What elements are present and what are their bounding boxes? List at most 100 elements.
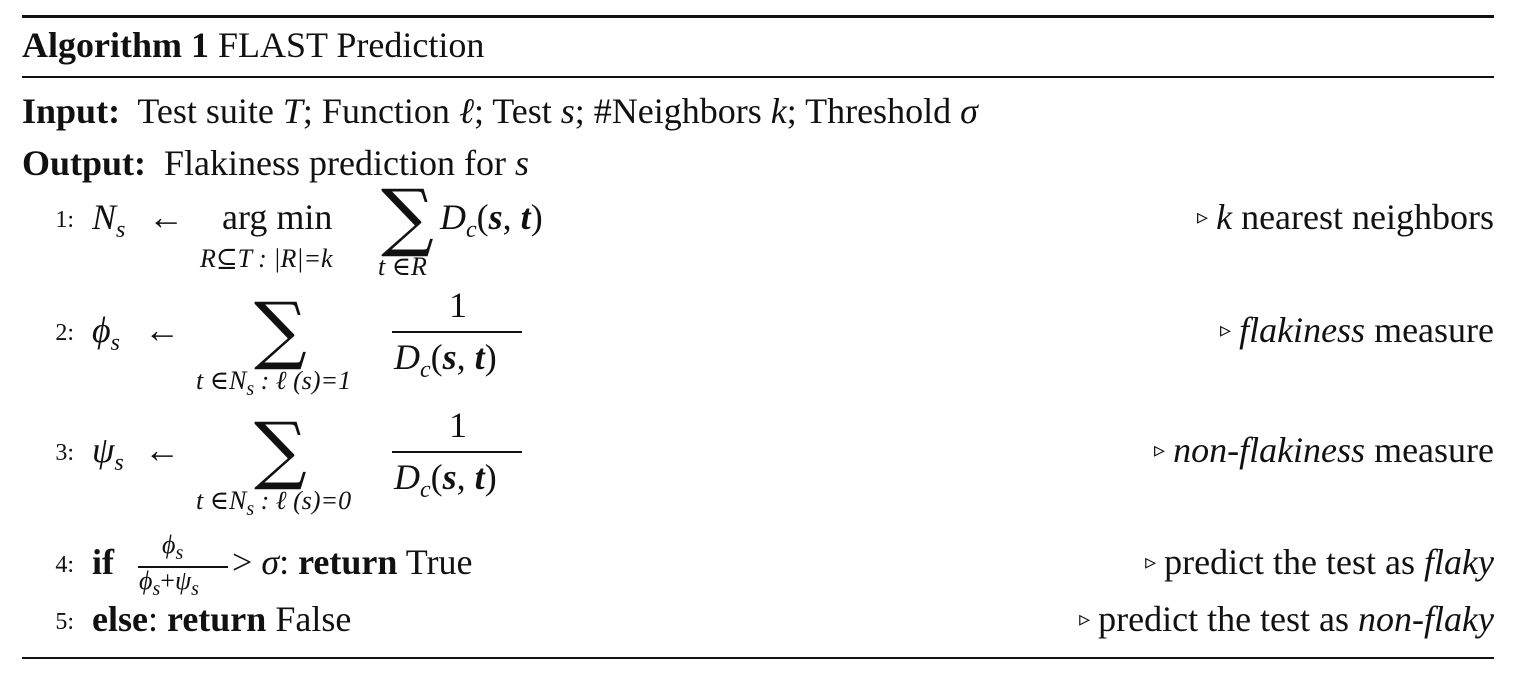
line4-condition-rest: > σ: return True	[232, 541, 472, 583]
input-text-2: ; Function	[302, 91, 459, 131]
input-var-sigma: σ	[960, 91, 978, 131]
line3-sum-sub-s: s	[246, 498, 255, 520]
line2-lhs: ϕs	[92, 309, 120, 356]
line2-sum-sign: ∑	[254, 287, 307, 373]
line1-paren-close: )	[530, 197, 543, 237]
line-number-4: 4:	[55, 552, 74, 578]
line4-gt: >	[232, 542, 262, 582]
comment-triangle-icon: ▹	[1079, 606, 1091, 631]
line4-den-plus: +	[160, 566, 175, 595]
line2-D: D	[394, 337, 420, 377]
line2-phi-sub: s	[110, 330, 120, 356]
line2-sum-sub-s: s	[246, 378, 255, 400]
line3-comma: ,	[456, 457, 475, 497]
line1-N-sub: s	[116, 217, 126, 243]
line5-else-keyword: else	[92, 599, 148, 639]
line-number-1: 1:	[55, 207, 74, 233]
line4-den-phi: ϕ	[139, 566, 153, 595]
line2-paren-open: (	[430, 337, 443, 377]
line1-arrow: ←	[148, 197, 184, 237]
line3-s: s	[442, 457, 457, 497]
line3-arrow: ←	[144, 430, 180, 470]
line4-den-sub2: s	[191, 578, 199, 600]
algorithm-name: FLAST Prediction	[217, 25, 485, 65]
line3-paren-close: )	[484, 457, 497, 497]
line2-t: t	[474, 337, 485, 377]
line2-paren-close: )	[484, 337, 497, 377]
line3-comment-text: measure	[1365, 430, 1494, 470]
line4-frac-denominator: ϕs+ψs	[139, 566, 199, 600]
line1-N: N	[92, 197, 117, 237]
line3-D: D	[394, 457, 420, 497]
line3-numerator: 1	[449, 405, 467, 445]
line2-comment-text: measure	[1365, 310, 1494, 350]
line1-distance: Dc(s, t)	[440, 196, 543, 243]
output-label: Output:	[22, 143, 147, 183]
line3-comment-non-flakiness: non-flakiness	[1173, 430, 1366, 470]
line3-paren-open: (	[430, 457, 443, 497]
line1-sum-sign: ∑	[381, 174, 434, 260]
line3-D-sub: c	[420, 477, 431, 503]
line5-return-value: False	[266, 599, 352, 639]
line3-denominator: Dc(s, t)	[394, 456, 497, 503]
line3-sum-sub-b: : ℓ (s)=0	[254, 486, 352, 515]
comment-triangle-icon: ▹	[1220, 317, 1232, 342]
line2-phi: ϕ	[92, 310, 111, 350]
caption-rule	[22, 76, 1494, 78]
line4-comment-flaky: flaky	[1424, 542, 1494, 582]
line5-statement: else: return False	[92, 598, 351, 640]
input-line: Input: Test suite T; Function ℓ; Test s;…	[22, 89, 978, 133]
comment-triangle-icon: ▹	[1197, 204, 1209, 229]
line4-num-phi: ϕ	[162, 530, 176, 559]
algorithm-label: Algorithm 1	[22, 25, 209, 65]
line2-sum-sub-a: t ∈N	[196, 366, 247, 395]
line-number-2: 2:	[55, 320, 74, 346]
line5-return-keyword: return	[166, 599, 267, 639]
line2-comment-flakiness: flakiness	[1239, 310, 1366, 350]
bottom-rule	[22, 657, 1494, 659]
input-label: Input:	[22, 91, 121, 131]
line3-lhs: ψs	[92, 429, 124, 476]
line1-D: D	[440, 197, 466, 237]
line1-argmin-subscript: R⊆T : |R|=k	[200, 244, 333, 273]
line5-comment-non-flaky: non-flaky	[1358, 599, 1494, 639]
line3-sum-sub-a: t ∈N	[196, 486, 247, 515]
output-line: Output: Flakiness prediction for s	[22, 141, 529, 185]
line2-denominator: Dc(s, t)	[394, 336, 497, 383]
output-text: Flakiness prediction for	[164, 143, 515, 183]
line1-comment-text: nearest neighbors	[1232, 197, 1494, 237]
line2-comma: ,	[456, 337, 475, 377]
input-text-3: ; Test	[473, 91, 561, 131]
line-number-5: 5:	[55, 609, 74, 635]
line1-lhs: Ns	[92, 196, 125, 243]
line4-frac-numerator: ϕs	[162, 530, 183, 564]
line4-num-sub: s	[175, 542, 184, 564]
line1-comment-k: k	[1216, 197, 1233, 237]
line4-return-value: True	[397, 542, 473, 582]
line1-D-sub: c	[466, 217, 477, 243]
line4-return-keyword: return	[298, 542, 398, 582]
line4-comment: ▹ predict the test as flaky	[1145, 541, 1494, 583]
line3-fraction-bar	[392, 451, 522, 453]
line4-if-keyword: if	[92, 542, 114, 582]
line1-s: s	[488, 197, 503, 237]
line5-colon: :	[147, 599, 167, 639]
input-text-5: ; Threshold	[786, 91, 961, 131]
line1-argmin: arg min	[222, 197, 333, 237]
line2-sum-sub-b: : ℓ (s)=1	[254, 366, 352, 395]
output-var-s: s	[514, 143, 529, 183]
line-number-3: 3:	[55, 440, 74, 466]
line2-s: s	[442, 337, 457, 377]
input-var-k: k	[770, 91, 787, 131]
line2-arrow: ←	[144, 310, 180, 350]
line1-comma: ,	[502, 197, 521, 237]
input-text-4: ; #Neighbors	[574, 91, 771, 131]
line4-den-sub1: s	[152, 578, 161, 600]
line2-sum-subscript: t ∈Ns : ℓ (s)=1	[196, 366, 352, 400]
line4-colon: :	[279, 542, 299, 582]
line2-numerator: 1	[449, 285, 467, 325]
line3-comment: ▹ non-flakiness measure	[1154, 429, 1494, 471]
line3-sum-sign: ∑	[254, 407, 307, 493]
line1-comment: ▹ k nearest neighbors	[1197, 196, 1494, 238]
line5-comment: ▹ predict the test as non-flaky	[1079, 598, 1494, 640]
